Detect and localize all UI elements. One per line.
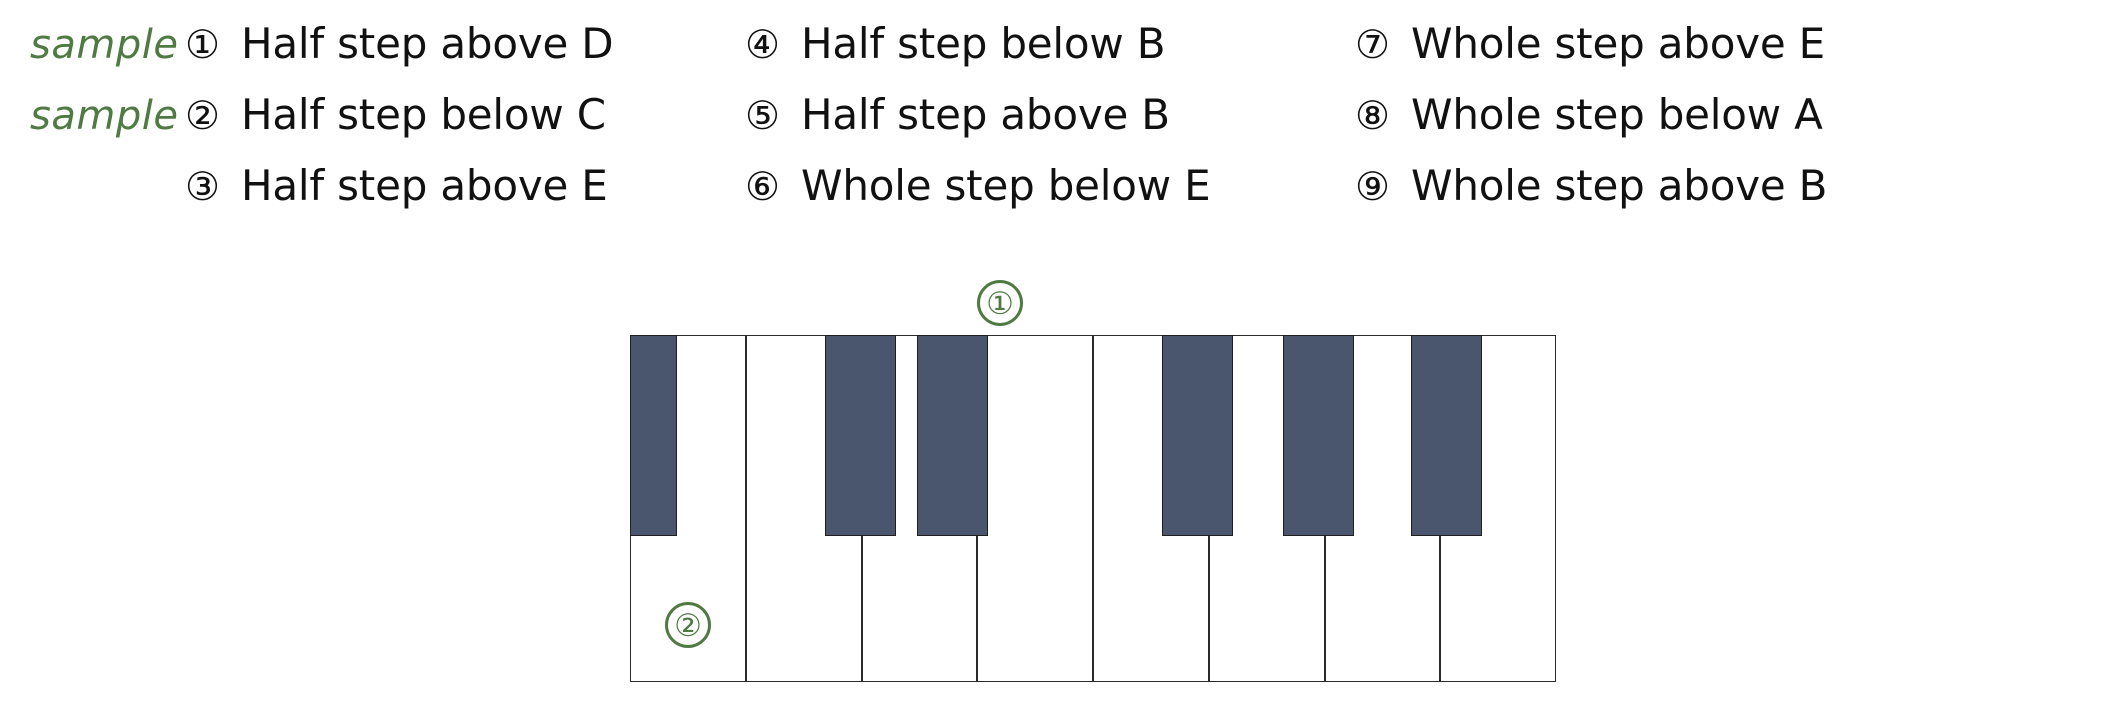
white-key[interactable] [977,335,1093,682]
black-key[interactable] [1162,335,1233,536]
question-text: Whole step below A [1411,90,1823,139]
piano-keyboard-diagram: ① ② [630,280,1556,682]
question-item: ⑦ Whole step above E [1355,8,2075,79]
question-list: sample ① Half step above D sample ② Half… [0,0,2112,210]
question-text: Whole step above E [1411,19,1825,68]
question-item: ④ Half step below B [745,8,1385,79]
question-number: ⑧ [1355,94,1390,139]
black-key[interactable] [917,335,988,536]
question-number: ⑤ [745,94,780,139]
question-item: ⑥ Whole step below E [745,150,1385,221]
question-item: ⑨ Whole step above B [1355,150,2075,221]
question-text: Half step above E [241,161,608,210]
question-text: Half step below B [801,19,1166,68]
keyboard-marker-1: ① [977,280,1023,326]
question-text: Whole step below E [801,161,1211,210]
black-key[interactable] [825,335,896,536]
question-item: sample ② Half step below C [30,79,730,150]
black-key[interactable] [1283,335,1354,536]
question-number: ② [185,94,220,139]
question-column-1: sample ① Half step above D sample ② Half… [30,8,730,221]
question-item: ③ Half step above E [30,150,730,221]
question-number: ⑦ [1355,23,1390,68]
question-column-2: ④ Half step below B ⑤ Half step above B … [745,8,1385,221]
question-number: ④ [745,23,780,68]
question-number: ③ [185,165,220,210]
question-text: Whole step above B [1411,161,1828,210]
sample-label: sample [30,93,179,139]
question-item: sample ① Half step above D [30,8,730,79]
black-key[interactable] [630,335,677,536]
question-number: ① [185,23,220,68]
question-number: ⑥ [745,165,780,210]
piano-keyboard: ① ② [630,280,1556,682]
sample-label: sample [30,22,179,68]
question-text: Half step above D [241,19,614,68]
question-item: ⑧ Whole step below A [1355,79,2075,150]
question-item: ⑤ Half step above B [745,79,1385,150]
question-number: ⑨ [1355,165,1390,210]
keyboard-marker-2: ② [665,602,711,648]
question-text: Half step above B [801,90,1170,139]
question-text: Half step below C [241,90,606,139]
black-key[interactable] [1411,335,1482,536]
question-column-3: ⑦ Whole step above E ⑧ Whole step below … [1355,8,2075,221]
